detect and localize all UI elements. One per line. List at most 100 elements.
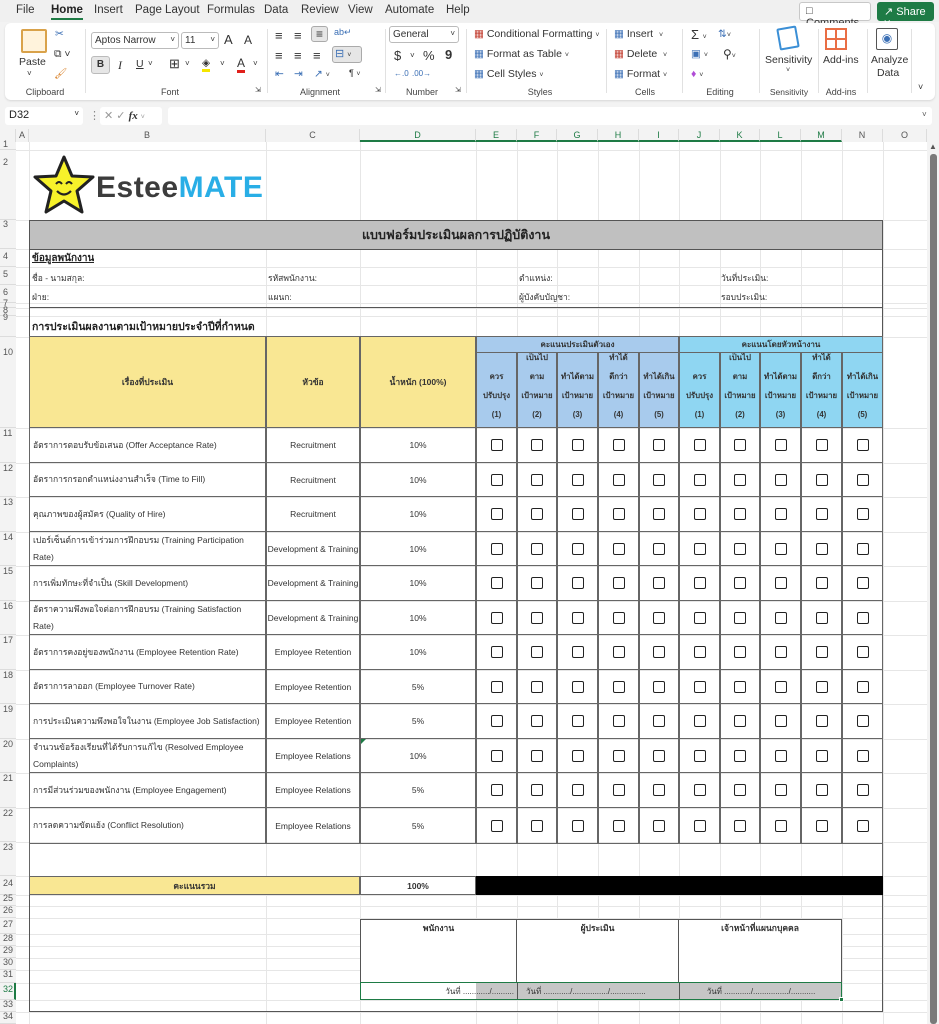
formula-input[interactable] [168,107,932,125]
align-center-icon[interactable]: ≡ [294,48,302,63]
checkbox[interactable] [856,646,869,658]
cancel-icon[interactable]: ✕ [104,110,113,122]
dialog-launcher-icon[interactable]: ⇲ [455,86,461,94]
cell-styles-button[interactable]: ▦ Cell Styles ˅ [474,68,543,80]
tab-formulas[interactable]: Formulas [207,4,255,16]
fill-color-icon[interactable]: ◈ [202,57,211,72]
checkbox[interactable] [734,439,746,451]
row-header-3[interactable]: 3 [0,219,16,249]
fill-icon[interactable]: ▣ ˅ [691,48,708,60]
checkbox[interactable] [490,680,503,693]
checkbox[interactable] [612,473,625,486]
text-direction-icon[interactable]: ¶ ˅ [349,68,360,78]
checkbox[interactable] [571,680,584,693]
number-format-select[interactable]: General ˅ [389,26,459,43]
delete-cells-button[interactable]: ▦ Delete ˅ [614,48,667,60]
checkbox[interactable] [531,577,543,589]
checkbox[interactable] [490,611,503,624]
signature-box-hr[interactable] [679,935,842,983]
checkbox[interactable] [612,611,625,624]
find-select-icon[interactable]: ⚲˅ [723,47,736,61]
shrink-font-icon[interactable]: A [244,33,252,47]
chevron-down-icon[interactable]: ˅ [220,59,225,68]
checkbox[interactable] [490,542,503,555]
dialog-launcher-icon[interactable]: ⇲ [375,86,381,94]
checkbox[interactable] [693,508,706,520]
format-as-table-button[interactable]: ▦ Format as Table ˅ [474,48,569,60]
grow-font-icon[interactable]: A [224,32,233,47]
checkbox[interactable] [774,749,787,762]
percent-button[interactable]: % [423,48,435,63]
analyze-data-icon[interactable]: ◉ [876,28,898,50]
checkbox[interactable] [856,715,869,727]
analyze-data-button[interactable]: Analyze [871,54,908,66]
checkbox[interactable] [856,819,869,832]
insert-function-button[interactable]: fx [129,110,138,122]
checkbox[interactable] [653,473,665,486]
checkbox[interactable] [531,819,543,832]
checkbox[interactable] [815,819,828,832]
insert-cells-button[interactable]: ▦ Insert ˅ [614,28,663,40]
checkbox[interactable] [531,749,543,762]
checkbox[interactable] [612,508,625,520]
checkbox[interactable] [612,784,625,796]
checkbox[interactable] [693,611,706,624]
checkbox[interactable] [815,715,828,727]
checkbox[interactable] [774,646,787,658]
chevron-down-icon[interactable]: ˅ [27,69,32,78]
tab-home[interactable]: Home [51,4,83,20]
chevron-down-icon[interactable]: ˅ [148,59,153,68]
checkbox[interactable] [693,784,706,796]
checkbox[interactable] [734,577,746,589]
checkbox[interactable] [571,715,584,727]
checkbox[interactable] [815,749,828,762]
checkbox[interactable] [815,542,828,555]
chevron-down-icon[interactable]: ˅ [786,67,790,74]
checkbox[interactable] [815,784,828,796]
checkbox[interactable] [612,819,625,832]
sensitivity-button[interactable]: Sensitivity [765,54,812,66]
sort-filter-icon[interactable]: ⇅˅ [718,28,731,40]
tab-review[interactable]: Review [301,4,339,16]
checkbox[interactable] [693,749,706,762]
column-header-o[interactable]: O [883,129,927,142]
checkbox[interactable] [815,646,828,658]
add-ins-icon[interactable] [825,28,847,50]
checkbox[interactable] [531,473,543,486]
checkbox[interactable] [693,715,706,727]
scroll-up-icon[interactable]: ▲ [929,142,937,151]
checkbox[interactable] [612,439,625,451]
checkbox[interactable] [612,646,625,658]
tab-help[interactable]: Help [446,4,470,16]
column-header-l[interactable]: L [760,129,801,142]
checkbox[interactable] [774,819,787,832]
checkbox[interactable] [734,819,746,832]
enter-icon[interactable]: ✓ [116,110,125,122]
checkbox[interactable] [856,680,869,693]
column-header-i[interactable]: I [639,129,679,142]
checkbox[interactable] [734,784,746,796]
checkbox[interactable] [774,680,787,693]
checkbox[interactable] [531,439,543,451]
checkbox[interactable] [856,784,869,796]
fill-handle[interactable] [839,997,844,1002]
sensitivity-icon[interactable] [776,25,800,51]
align-left-icon[interactable]: ≡ [275,48,283,63]
checkbox[interactable] [612,542,625,555]
checkbox[interactable] [531,784,543,796]
checkbox[interactable] [693,680,706,693]
checkbox[interactable] [653,611,665,624]
checkbox[interactable] [815,439,828,451]
checkbox[interactable] [774,473,787,486]
checkbox[interactable] [612,749,625,762]
checkbox[interactable] [693,819,706,832]
worksheet-grid[interactable]: Estee MATE แบบฟอร์มประเมินผลการปฏิบัติงาน… [16,142,927,1024]
checkbox[interactable] [774,542,787,555]
checkbox[interactable] [734,749,746,762]
checkbox[interactable] [693,542,706,555]
tab-view[interactable]: View [348,4,373,16]
checkbox[interactable] [856,577,869,589]
increase-decimal-icon[interactable]: ←.0 [394,69,409,78]
checkbox[interactable] [734,508,746,520]
checkbox[interactable] [490,784,503,796]
